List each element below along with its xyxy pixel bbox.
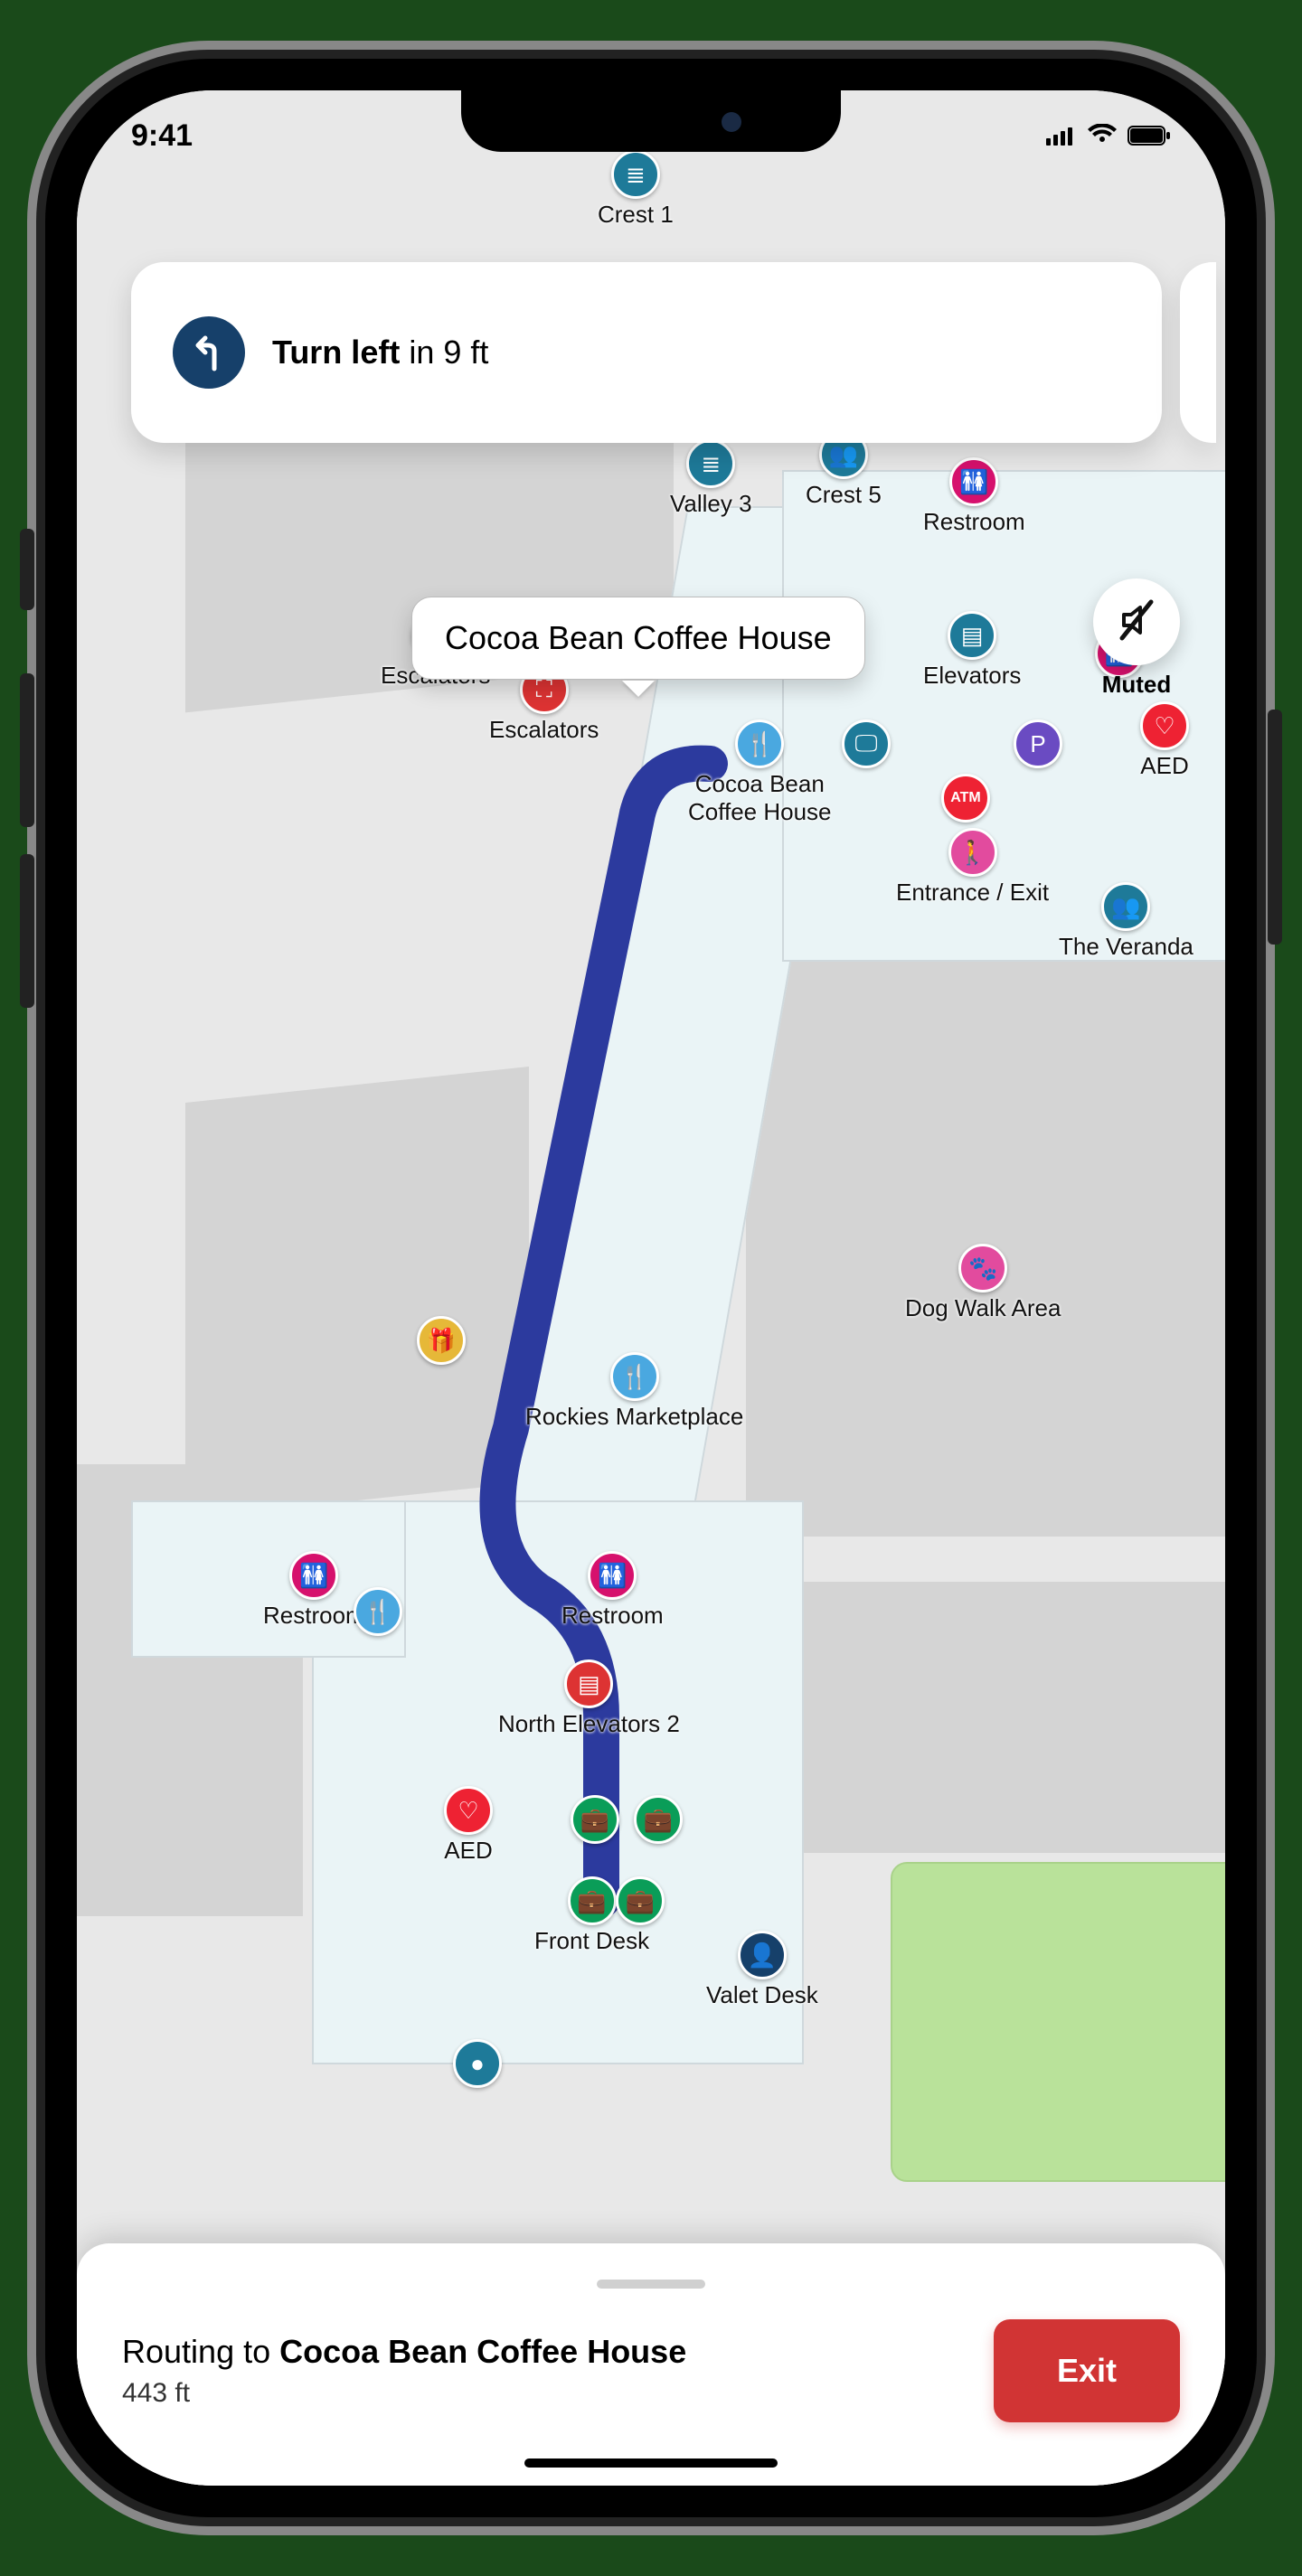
next-card-peek[interactable] bbox=[1180, 262, 1216, 443]
callout-title: Cocoa Bean Coffee House bbox=[445, 619, 832, 656]
phone-switch bbox=[20, 529, 34, 610]
routing-destination: Cocoa Bean Coffee House bbox=[279, 2333, 686, 2370]
status-time: 9:41 bbox=[131, 118, 193, 154]
indoor-map[interactable]: ≣Crest 1≣Valley 3👥Crest 5🚻Restroom⛶Escal… bbox=[77, 90, 1225, 2486]
turn-instruction-card[interactable]: Turn left in 9 ft bbox=[131, 262, 1162, 443]
turn-left-icon bbox=[173, 316, 245, 389]
notch bbox=[461, 90, 841, 152]
drag-handle[interactable] bbox=[597, 2280, 705, 2289]
mute-button[interactable] bbox=[1093, 578, 1180, 665]
route-panel[interactable]: Routing to Cocoa Bean Coffee House 443 f… bbox=[77, 2243, 1225, 2486]
phone-power bbox=[1268, 710, 1282, 945]
cellular-icon bbox=[1046, 118, 1077, 154]
instruction-text: Turn left in 9 ft bbox=[272, 334, 488, 371]
screen: 9:41 bbox=[77, 90, 1225, 2486]
routing-distance: 443 ft bbox=[122, 2378, 686, 2409]
instruction-action: Turn left bbox=[272, 334, 400, 371]
mute-label: Muted bbox=[1102, 671, 1172, 699]
home-indicator[interactable] bbox=[524, 2458, 778, 2468]
exit-label: Exit bbox=[1057, 2352, 1117, 2389]
routing-prefix: Routing to bbox=[122, 2333, 279, 2370]
routing-text: Routing to Cocoa Bean Coffee House bbox=[122, 2333, 686, 2371]
wifi-icon bbox=[1088, 118, 1117, 154]
exit-button[interactable]: Exit bbox=[994, 2319, 1180, 2422]
phone-vol-up bbox=[20, 673, 34, 827]
instruction-distance: in 9 ft bbox=[409, 334, 488, 371]
poi-label: Escalators bbox=[489, 716, 599, 744]
phone-vol-down bbox=[20, 854, 34, 1008]
poi-label: Crest 1 bbox=[598, 201, 674, 229]
phone-frame: 9:41 bbox=[45, 59, 1257, 2517]
poi-icon: ≣ bbox=[686, 439, 735, 488]
battery-icon bbox=[1127, 118, 1171, 154]
speaker-muted-icon bbox=[1115, 598, 1158, 646]
mute-control: Muted bbox=[1093, 578, 1180, 699]
destination-callout[interactable]: Cocoa Bean Coffee House bbox=[411, 597, 865, 680]
